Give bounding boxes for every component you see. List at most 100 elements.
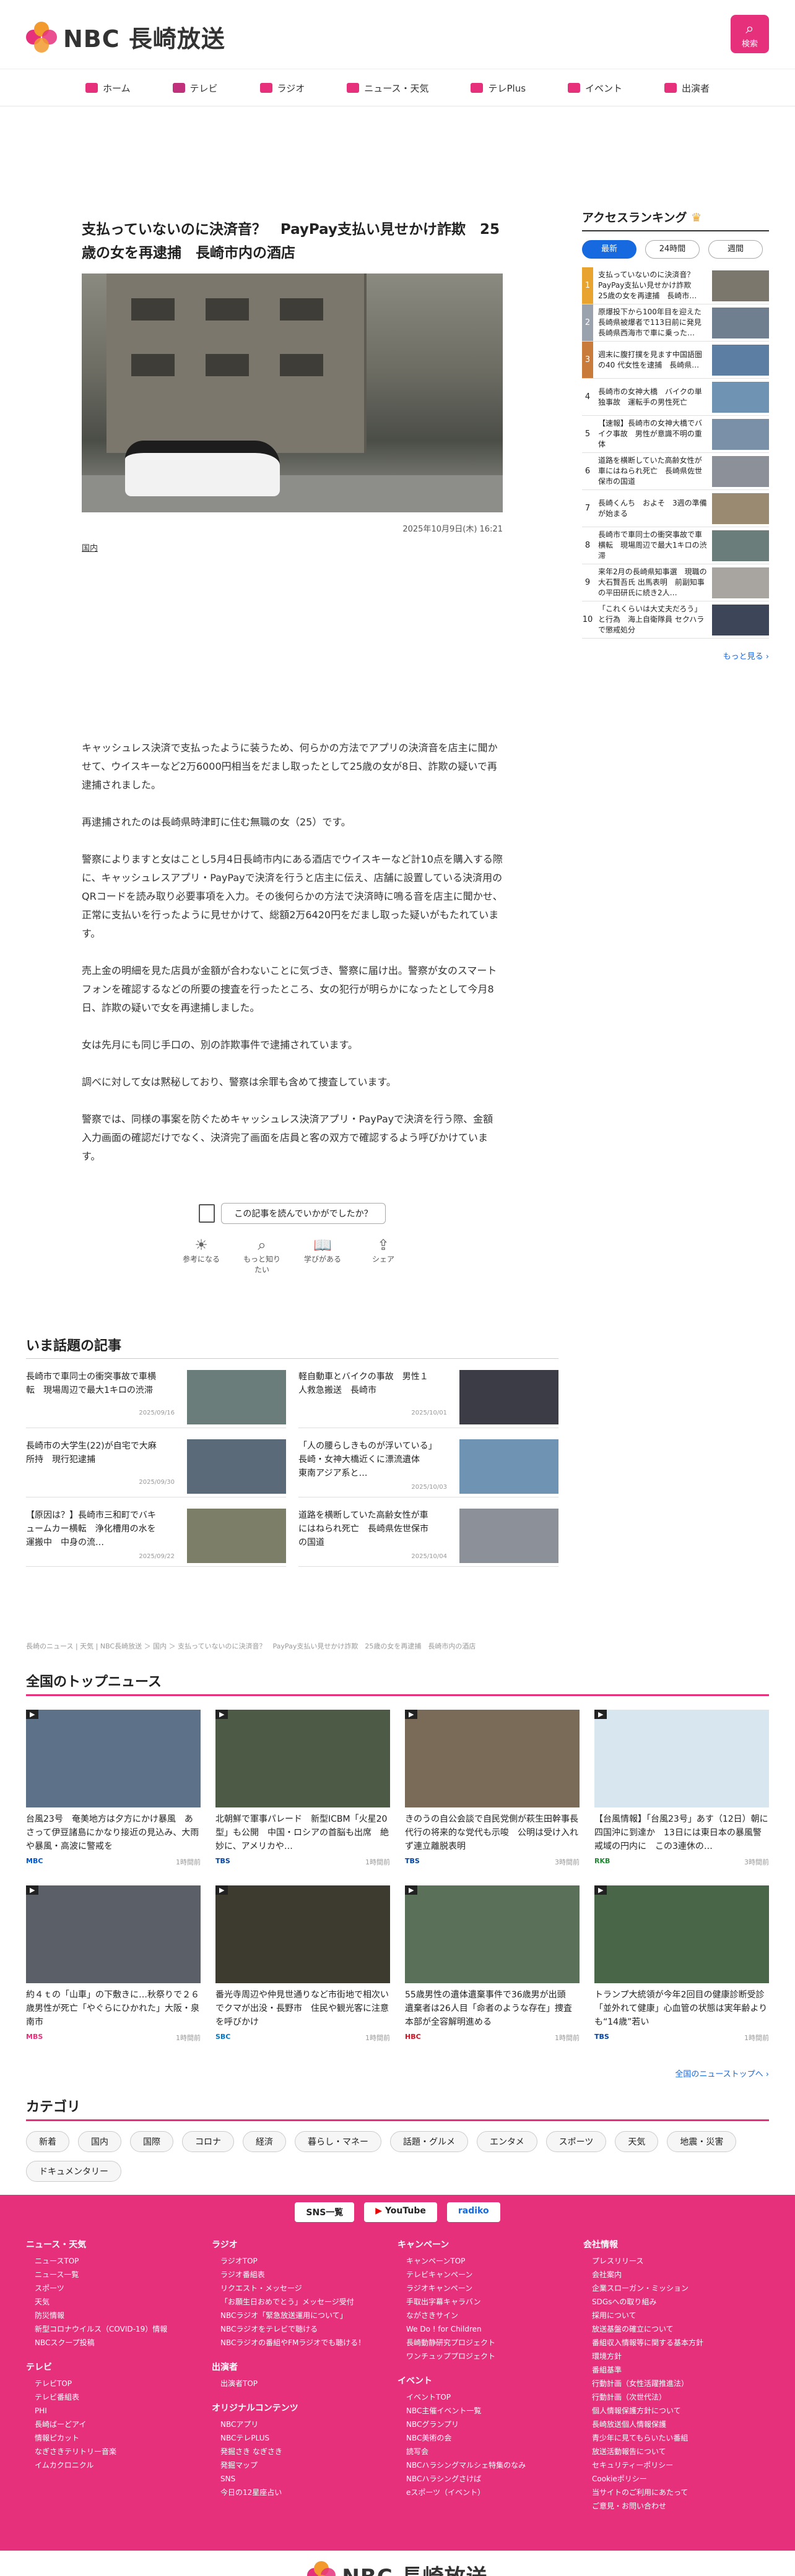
search-button[interactable]: ⌕ 検索 [731, 15, 769, 53]
category-chip[interactable]: コロナ [182, 2131, 234, 2152]
footer-link[interactable]: 番組基準 [583, 2363, 769, 2377]
ranking-item[interactable]: 1 支払っていないのに決済音？ PayPay支払い見せかけ詐欺 25歳の女を再逮捕… [582, 267, 769, 304]
ranking-item[interactable]: 2 原爆投下から100年目を迎えた長崎県被爆者で113日前に発見 長崎県西海市で車… [582, 304, 769, 342]
ranking-item[interactable]: 9 来年2月の長崎県知事選 現職の大石賢吾氏 出馬表明 前副知事の平田研氏に続き2… [582, 564, 769, 601]
nav-item-2[interactable]: ラジオ [239, 69, 326, 106]
footer-link[interactable]: ながさきサイン [398, 2309, 583, 2322]
ranking-item[interactable]: 5 【速報】長崎市の女神大橋でバイク事故 男性が意識不明の重体 [582, 416, 769, 453]
footer-link[interactable]: 新型コロナウイルス（COVID-19）情報 [26, 2322, 212, 2336]
footer-link[interactable]: NBCテレPLUS [212, 2431, 398, 2445]
footer-link[interactable]: 環境方針 [583, 2350, 769, 2363]
national-news-item[interactable]: ▶ トランプ大統領が今年2回目の健康診断受診「並外れて健康」心血管の状態は実年齢よ… [594, 1885, 769, 2043]
ranking-item[interactable]: 8 長崎市で車同士の衝突事故で車横転 現場周辺で最大1キロの渋滞 [582, 527, 769, 564]
footer-logo[interactable]: NBC 長崎放送 [0, 2560, 795, 2576]
footer-link[interactable]: eスポーツ（イベント） [398, 2486, 583, 2499]
footer-link[interactable]: 番組収入情報等に関する基本方針 [583, 2336, 769, 2350]
footer-group-title[interactable]: ニュース・天気 [26, 2238, 212, 2251]
footer-link[interactable]: NBCハラシングさけば [398, 2472, 583, 2486]
footer-link[interactable]: 長崎放送個人情報保護 [583, 2418, 769, 2431]
ranking-item[interactable]: 10 「これくらいは大丈夫だろう」と行為 海上自衛隊員 セクハラで懲戒処分 [582, 601, 769, 639]
category-chip[interactable]: 国際 [130, 2131, 173, 2152]
ranking-item[interactable]: 6 道路を横断していた高齢女性が車にはねられ死亡 長崎県佐世保市の国道 [582, 453, 769, 490]
footer-link[interactable]: Cookieポリシー [583, 2472, 769, 2486]
trending-item[interactable]: 軽自動車とバイクの事故 男性１人救急搬送 長崎市 2025/10/01 [298, 1359, 558, 1428]
footer-link[interactable]: 放送基盤の確立について [583, 2322, 769, 2336]
footer-link[interactable]: NBCグランプリ [398, 2418, 583, 2431]
ranking-tab-0[interactable]: 最新 [582, 240, 636, 259]
nav-item-5[interactable]: イベント [547, 69, 643, 106]
footer-link[interactable]: 会社案内 [583, 2268, 769, 2281]
national-news-item[interactable]: ▶ きのうの自公会談で自民党側が萩生田幹事長代行の将来的な党代も示唆 公明は受け入… [405, 1710, 580, 1867]
national-news-item[interactable]: ▶ 台風23号 奄美地方は夕方にかけ暴風 あさって伊豆諸島にかなり接近の見込み、大… [26, 1710, 201, 1867]
footer-link[interactable]: キャンペーンTOP [398, 2254, 583, 2268]
footer-link[interactable]: NBCラジオの番組やFMラジオでも聴ける！ [212, 2336, 398, 2350]
nav-item-6[interactable]: 出演者 [643, 69, 731, 106]
footer-group-title[interactable]: イベント [398, 2374, 583, 2387]
national-news-item[interactable]: ▶ 約４ｔの「山車」の下敷きに…秋祭りで２６歳男性が死亡「やぐらにひかれた」大阪・… [26, 1885, 201, 2043]
footer-link[interactable]: NBCハラシングマルシェ特集のなみ [398, 2458, 583, 2472]
trending-item[interactable]: 長崎市で車同士の衝突事故で車横転 現場周辺で最大1キロの渋滞 2025/09/16 [26, 1359, 286, 1428]
footer-link[interactable]: 青少年に見てもらいたい番組 [583, 2431, 769, 2445]
footer-link[interactable]: NBCラジオをテレビで聴ける [212, 2322, 398, 2336]
footer-link[interactable]: なぎさきテリトリー音楽 [26, 2445, 212, 2458]
footer-link[interactable]: テレビキャンペーン [398, 2268, 583, 2281]
feedback-button-3[interactable]: ⇪ シェア [362, 1236, 405, 1275]
footer-link[interactable]: 発掘さき なぎさき [212, 2445, 398, 2458]
footer-link[interactable]: NBCスクープ投稿 [26, 2336, 212, 2350]
footer-group-title[interactable]: 出演者 [212, 2361, 398, 2373]
breadcrumb[interactable]: 長崎のニュース | 天気 | NBC長崎放送 ＞ 国内 ＞ 支払っていないのに決… [26, 1641, 476, 1651]
ranking-tab-1[interactable]: 24時間 [645, 240, 700, 259]
category-chip[interactable]: 国内 [78, 2131, 121, 2152]
ranking-item[interactable]: 3 週末に腹打撲を見ます中国語圏の40 代女性を逮捕 長崎県… [582, 342, 769, 379]
category-chip[interactable]: 暮らし・マネー [295, 2131, 381, 2152]
trending-item[interactable]: 【原因は？】長崎市三和町でバキュームカー横転 浄化槽用の水を運搬中 中身の流… 2… [26, 1497, 286, 1567]
site-logo[interactable]: NBC 長崎放送 [26, 20, 225, 54]
nav-item-3[interactable]: ニュース・天気 [326, 69, 450, 106]
footer-link[interactable]: 今日の12星座占い [212, 2486, 398, 2499]
footer-link[interactable]: 手取出字幕キャラバン [398, 2295, 583, 2309]
footer-link[interactable]: ニュースTOP [26, 2254, 212, 2268]
footer-link[interactable]: 当サイトのご利用にあたって [583, 2486, 769, 2499]
ranking-tab-2[interactable]: 週間 [708, 240, 763, 259]
footer-link[interactable]: ご意見・お問い合わせ [583, 2499, 769, 2513]
ranking-item[interactable]: 7 長崎くんち およそ 3週の準備が始まる [582, 490, 769, 527]
footer-link[interactable]: ラジオ番組表 [212, 2268, 398, 2281]
footer-group-title[interactable]: 会社情報 [583, 2238, 769, 2251]
footer-link[interactable]: 発掘マップ [212, 2458, 398, 2472]
feedback-button-0[interactable]: ☀ 参考になる [180, 1236, 223, 1275]
footer-group-title[interactable]: オリジナルコンテンツ [212, 2402, 398, 2414]
sns-list-button[interactable]: SNS一覧 [295, 2202, 355, 2222]
footer-link[interactable]: NBCアプリ [212, 2418, 398, 2431]
footer-group-title[interactable]: テレビ [26, 2361, 212, 2373]
footer-link[interactable]: プレスリリース [583, 2254, 769, 2268]
footer-link[interactable]: 天気 [26, 2295, 212, 2309]
footer-link[interactable]: 出演者TOP [212, 2377, 398, 2390]
footer-link[interactable]: We Do ! for Children [398, 2322, 583, 2336]
ranking-item[interactable]: 4 長崎市の女神大橋 バイクの単独事故 運転手の男性死亡 [582, 379, 769, 416]
footer-link[interactable]: イベントTOP [398, 2390, 583, 2404]
footer-link[interactable]: ラジオキャンペーン [398, 2281, 583, 2295]
national-news-item[interactable]: ▶ 北朝鮮で軍事パレード 新型ICBM「火星20型」も公開 中国・ロシアの首脳も出… [215, 1710, 390, 1867]
footer-link[interactable]: SNS [212, 2472, 398, 2486]
national-more-link[interactable]: 全国のニューストップへ › [26, 2067, 769, 2079]
youtube-button[interactable]: ▶ YouTube [364, 2202, 437, 2222]
footer-link[interactable]: ラジオTOP [212, 2254, 398, 2268]
footer-link[interactable]: NBC主催イベント一覧 [398, 2404, 583, 2418]
footer-link[interactable]: テレビ番組表 [26, 2390, 212, 2404]
footer-link[interactable]: 採用について [583, 2309, 769, 2322]
category-chip[interactable]: ドキュメンタリー [26, 2161, 121, 2182]
trending-item[interactable]: 「人の腰らしきものが浮いている」長崎・女神大橋近くに漂流遺体 東南アジア系と… 2… [298, 1428, 558, 1497]
footer-link[interactable]: イムカクロニクル [26, 2458, 212, 2472]
category-chip[interactable]: スポーツ [545, 2131, 607, 2152]
article-category-link[interactable]: 国内 [82, 541, 503, 553]
footer-group-title[interactable]: ラジオ [212, 2238, 398, 2251]
national-news-item[interactable]: ▶ 番光寺周辺や仲見世通りなど市街地で相次いでクマが出没・長野市 住民や観光客に注… [215, 1885, 390, 2043]
footer-group-title[interactable]: キャンペーン [398, 2238, 583, 2251]
footer-link[interactable]: 読写会 [398, 2445, 583, 2458]
footer-link[interactable]: 長崎ばーどアイ [26, 2418, 212, 2431]
nav-item-1[interactable]: テレビ [152, 69, 239, 106]
footer-link[interactable]: 「お願生日おめでとう」メッセージ受付 [212, 2295, 398, 2309]
category-chip[interactable]: 話題・グルメ [390, 2131, 468, 2152]
footer-link[interactable]: 行動計画（女性活躍推進法） [583, 2377, 769, 2390]
feedback-button-1[interactable]: ⌕ もっと知りたい [240, 1236, 284, 1275]
